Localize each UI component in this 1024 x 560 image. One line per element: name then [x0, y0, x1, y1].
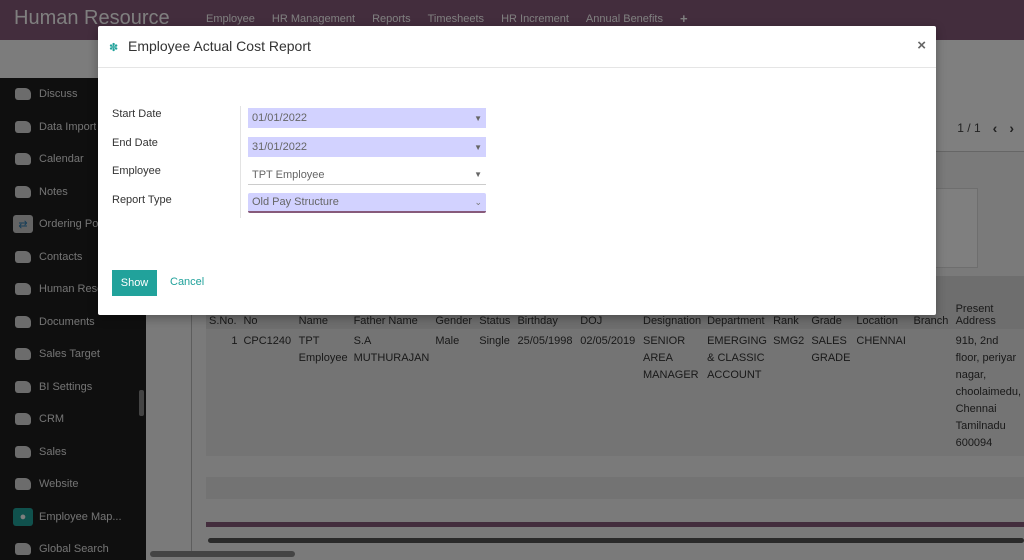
show-button[interactable]: Show: [112, 270, 157, 296]
report-type-select[interactable]: Old Pay Structure ⌄: [248, 193, 486, 213]
end-date-field[interactable]: 31/01/2022 ▼: [248, 137, 486, 157]
caret-down-icon: ▼: [474, 113, 482, 123]
report-type-label: Report Type: [112, 194, 172, 206]
cancel-button[interactable]: Cancel: [170, 276, 204, 288]
dialog-header: ✽ Employee Actual Cost Report ×: [98, 26, 936, 68]
start-date-label: Start Date: [112, 108, 162, 120]
bug-icon: ✽: [109, 42, 119, 54]
employee-value: TPT Employee: [252, 168, 325, 181]
chevron-down-icon: ⌄: [474, 196, 482, 207]
employee-field[interactable]: TPT Employee ▼: [248, 165, 486, 185]
end-date-label: End Date: [112, 137, 158, 149]
caret-down-icon: ▼: [474, 170, 482, 179]
dialog-title: Employee Actual Cost Report: [128, 38, 311, 54]
start-date-field[interactable]: 01/01/2022 ▼: [248, 108, 486, 128]
form-separator: [240, 106, 241, 218]
employee-label: Employee: [112, 165, 161, 177]
report-type-value: Old Pay Structure: [252, 196, 339, 208]
end-date-value: 31/01/2022: [252, 141, 308, 153]
start-date-value: 01/01/2022: [252, 112, 308, 124]
close-icon[interactable]: ×: [917, 37, 926, 54]
report-wizard-dialog: ✽ Employee Actual Cost Report × Start Da…: [98, 26, 936, 315]
caret-down-icon: ▼: [474, 142, 482, 152]
